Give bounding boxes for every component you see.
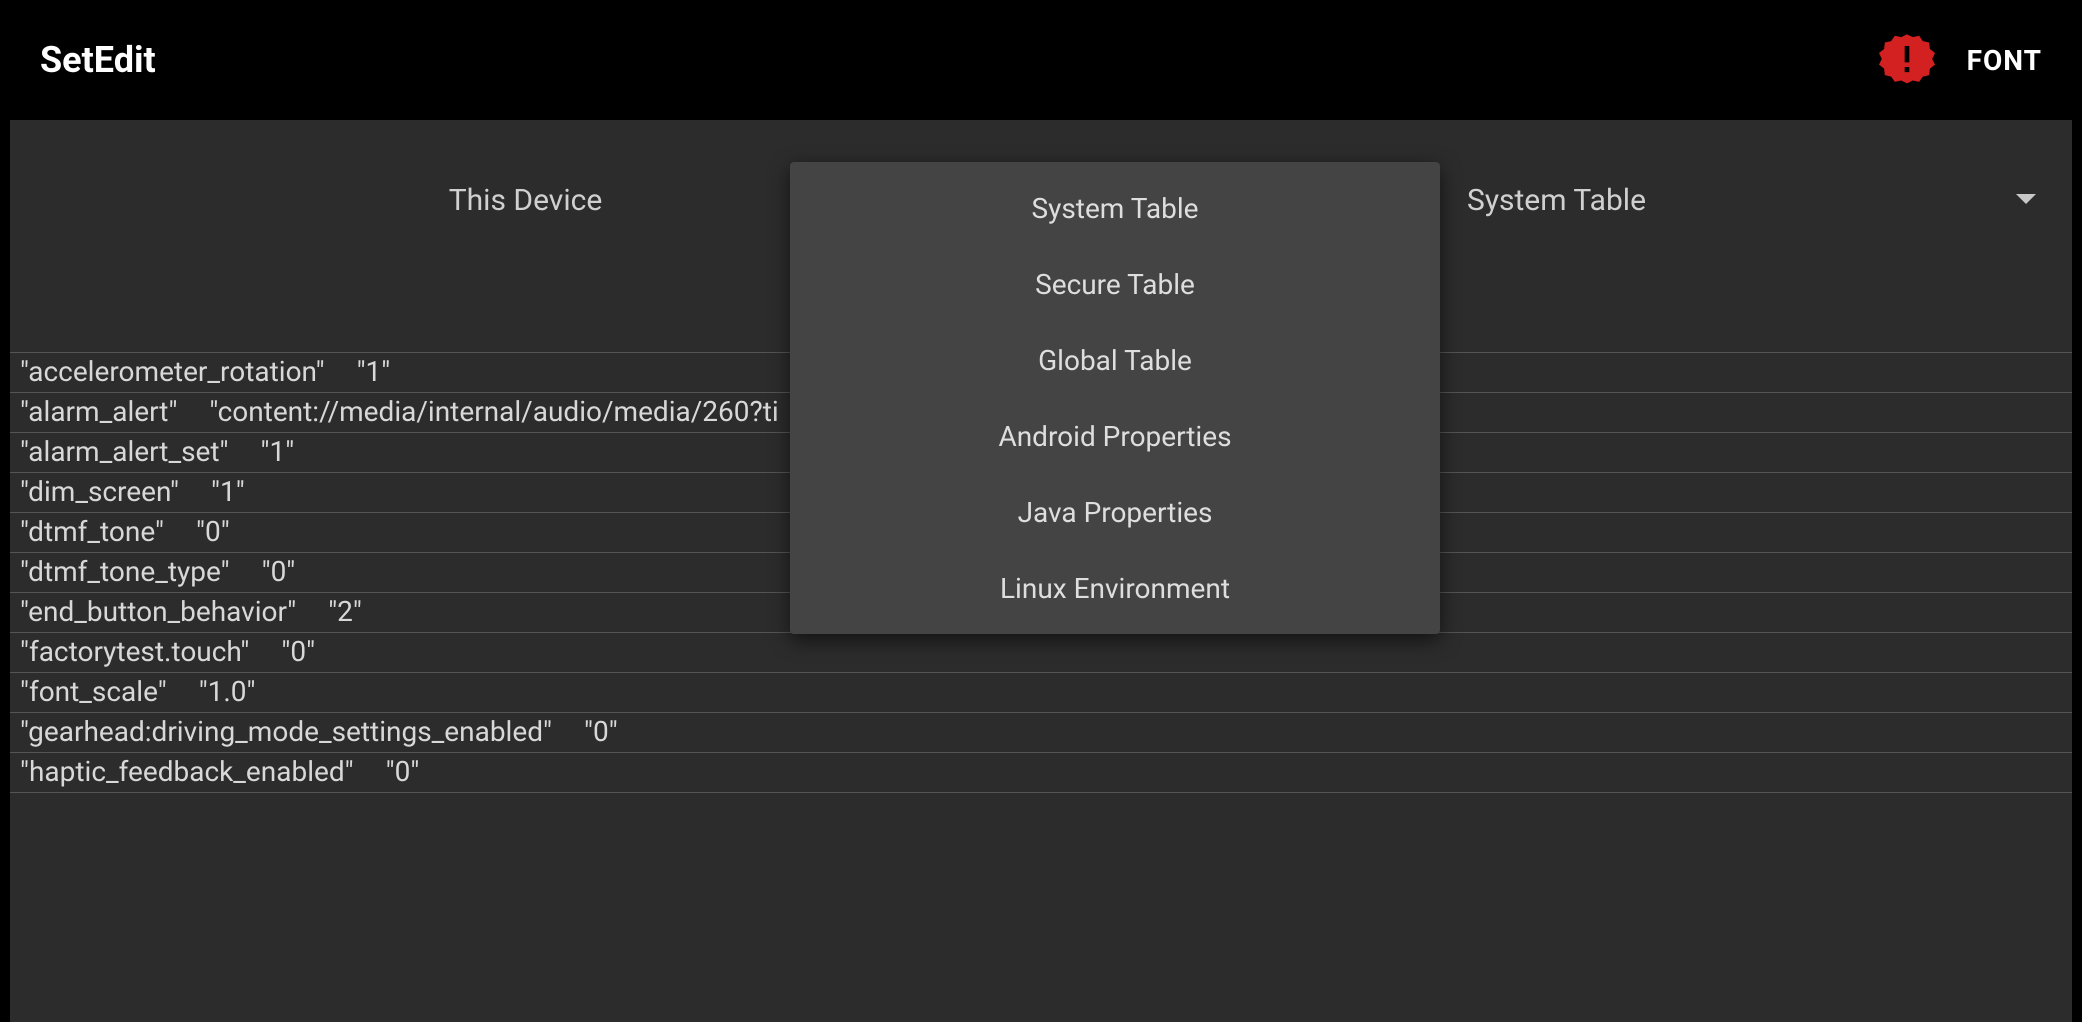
topbar-actions: FONT (1879, 32, 2042, 88)
setting-value: "1" (211, 475, 245, 508)
table-row[interactable]: "factorytest.touch" "0" (10, 632, 2072, 672)
dropdown-item[interactable]: Android Properties (790, 398, 1440, 474)
dropdown-item[interactable]: System Table (790, 170, 1440, 246)
chevron-down-icon (2016, 194, 2036, 206)
setting-value: "1.0" (199, 675, 256, 708)
setting-key: "gearhead:driving_mode_settings_enabled" (20, 715, 552, 748)
table-row[interactable]: "font_scale" "1.0" (10, 672, 2072, 712)
setting-key: "factorytest.touch" (20, 635, 249, 668)
setting-value: "0" (584, 715, 618, 748)
setting-key: "dim_screen" (20, 475, 179, 508)
dropdown-item[interactable]: Linux Environment (790, 550, 1440, 626)
dropdown-item[interactable]: Java Properties (790, 474, 1440, 550)
setting-key: "font_scale" (20, 675, 167, 708)
warning-badge-icon[interactable] (1879, 32, 1935, 88)
setting-value: "0" (262, 555, 296, 588)
setting-key: "end_button_behavior" (20, 595, 296, 628)
dropdown-item[interactable]: Global Table (790, 322, 1440, 398)
setting-key: "alarm_alert_set" (20, 435, 229, 468)
setting-value: "content://media/internal/audio/media/26… (209, 395, 778, 428)
font-button[interactable]: FONT (1967, 44, 2042, 77)
setting-key: "dtmf_tone" (20, 515, 164, 548)
setting-value: "0" (386, 755, 420, 788)
setting-key: "haptic_feedback_enabled" (20, 755, 354, 788)
setting-value: "0" (281, 635, 315, 668)
table-row[interactable]: "haptic_feedback_enabled" "0" (10, 752, 2072, 793)
setting-key: "accelerometer_rotation" (20, 355, 325, 388)
setting-value: "1" (357, 355, 391, 388)
setting-value: "0" (196, 515, 230, 548)
table-selector-dropdown: System TableSecure TableGlobal TableAndr… (790, 162, 1440, 634)
dropdown-item[interactable]: Secure Table (790, 246, 1440, 322)
setting-key: "alarm_alert" (20, 395, 177, 428)
setting-value: "2" (328, 595, 362, 628)
table-row[interactable]: "gearhead:driving_mode_settings_enabled"… (10, 712, 2072, 752)
app-topbar: SetEdit FONT (0, 0, 2082, 120)
app-title: SetEdit (40, 39, 156, 81)
setting-value: "1" (261, 435, 295, 468)
setting-key: "dtmf_tone_type" (20, 555, 230, 588)
